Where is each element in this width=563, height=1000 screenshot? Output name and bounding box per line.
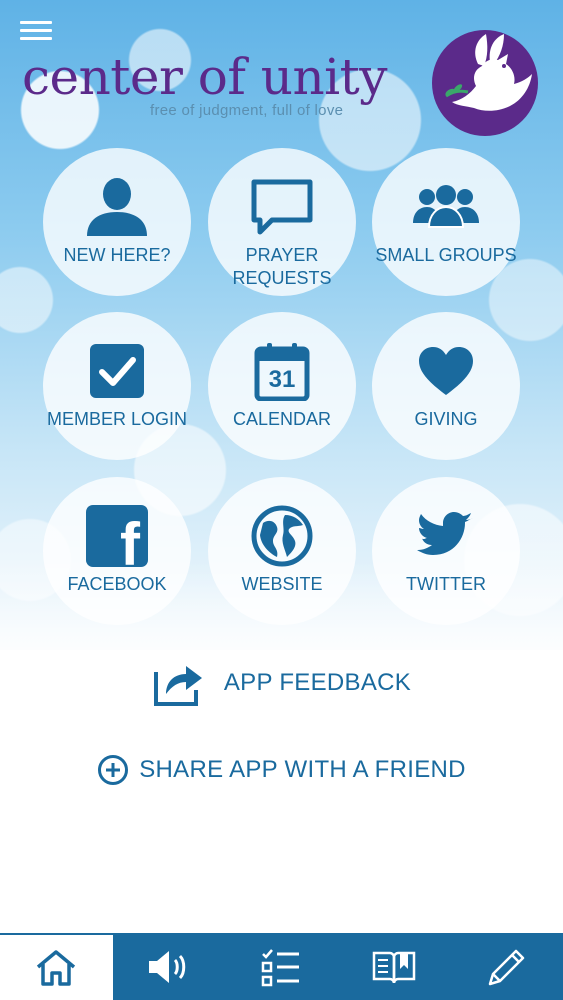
twitter-tile[interactable]: TWITTER bbox=[372, 477, 520, 625]
member-login-label: MEMBER LOGIN bbox=[46, 409, 188, 429]
hamburger-menu-icon[interactable] bbox=[20, 18, 52, 44]
member-login-tile[interactable]: MEMBER LOGIN bbox=[43, 312, 191, 460]
giving-label: GIVING bbox=[414, 409, 478, 429]
brand-tagline: free of judgment, full of love bbox=[150, 102, 344, 119]
brand-title: center of unity bbox=[22, 48, 388, 106]
prayer-requests-label: PRAYER REQUESTS bbox=[232, 245, 332, 288]
book-icon bbox=[372, 949, 416, 985]
giving-tile[interactable]: GIVING bbox=[372, 312, 520, 460]
facebook-label: FACEBOOK bbox=[67, 574, 167, 594]
globe-icon bbox=[251, 505, 313, 567]
calendar-label: CALENDAR bbox=[232, 409, 332, 429]
dove-logo-icon bbox=[432, 30, 538, 136]
twitter-bird-icon bbox=[417, 505, 475, 567]
person-icon bbox=[85, 176, 149, 238]
prayer-requests-tile[interactable]: PRAYER REQUESTS bbox=[208, 148, 356, 296]
calendar-icon: 31 bbox=[254, 340, 310, 402]
app-feedback-button[interactable]: APP FEEDBACK bbox=[0, 657, 563, 709]
website-tile[interactable]: WEBSITE bbox=[208, 477, 356, 625]
small-groups-label: SMALL GROUPS bbox=[375, 245, 517, 265]
plus-circle-icon bbox=[97, 754, 129, 786]
chat-bubble-icon bbox=[250, 176, 314, 238]
twitter-label: TWITTER bbox=[406, 574, 486, 594]
share-arrow-icon bbox=[152, 658, 204, 708]
heart-icon bbox=[417, 340, 475, 402]
people-group-icon bbox=[413, 176, 479, 238]
calendar-day: 31 bbox=[268, 366, 296, 393]
new-here-tile[interactable]: NEW HERE? bbox=[43, 148, 191, 296]
facebook-icon: f bbox=[86, 505, 148, 567]
new-here-label: NEW HERE? bbox=[63, 245, 171, 265]
small-groups-tile[interactable]: SMALL GROUPS bbox=[372, 148, 520, 296]
facebook-glyph: f bbox=[120, 511, 140, 568]
speaker-icon bbox=[147, 949, 191, 985]
share-app-button[interactable]: SHARE APP WITH A FRIEND bbox=[0, 750, 563, 790]
tab-audio[interactable] bbox=[113, 933, 226, 1000]
bottom-tab-bar bbox=[0, 933, 563, 1000]
tab-home[interactable] bbox=[0, 933, 113, 1000]
checklist-icon bbox=[261, 947, 301, 987]
calendar-tile[interactable]: 31 CALENDAR bbox=[208, 312, 356, 460]
tab-checklist[interactable] bbox=[225, 933, 338, 1000]
tab-notes[interactable] bbox=[338, 933, 451, 1000]
home-icon bbox=[35, 949, 77, 987]
website-label: WEBSITE bbox=[241, 574, 323, 594]
share-app-label: SHARE APP WITH A FRIEND bbox=[139, 756, 466, 783]
app-feedback-label: APP FEEDBACK bbox=[223, 669, 412, 696]
checkbox-icon bbox=[88, 340, 146, 402]
pencil-icon bbox=[486, 946, 528, 988]
facebook-tile[interactable]: f FACEBOOK bbox=[43, 477, 191, 625]
tab-write[interactable] bbox=[450, 933, 563, 1000]
